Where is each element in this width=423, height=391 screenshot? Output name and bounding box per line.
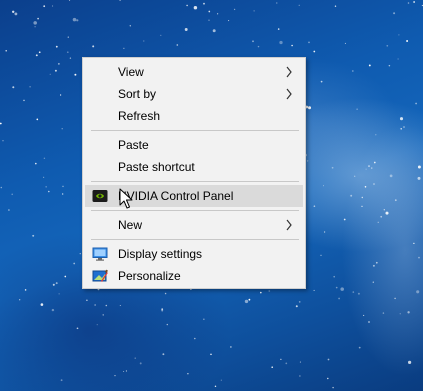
menu-item-new[interactable]: New	[85, 214, 303, 236]
menu-separator	[91, 210, 299, 211]
menu-item-new-label: New	[118, 218, 143, 232]
display-icon	[92, 247, 108, 261]
menu-item-personalize-label: Personalize	[118, 269, 181, 283]
menu-item-personalize[interactable]: Personalize	[85, 265, 303, 287]
chevron-right-icon	[286, 219, 292, 231]
menu-item-refresh[interactable]: Refresh	[85, 105, 303, 127]
menu-separator	[91, 239, 299, 240]
menu-item-view-label: View	[118, 65, 144, 79]
menu-separator	[91, 130, 299, 131]
menu-item-sort-by-label: Sort by	[118, 87, 157, 101]
menu-item-display-settings[interactable]: Display settings	[85, 243, 303, 265]
chevron-right-icon	[286, 66, 292, 78]
menu-item-paste-shortcut[interactable]: Paste shortcut	[85, 156, 303, 178]
personalize-icon	[92, 269, 108, 282]
menu-item-paste[interactable]: Paste	[85, 134, 303, 156]
context-menu: View Sort by Refresh Paste Paste shortcu…	[82, 57, 306, 289]
menu-item-display-settings-label: Display settings	[118, 247, 203, 261]
menu-item-paste-label: Paste	[118, 138, 149, 152]
menu-item-refresh-label: Refresh	[118, 109, 161, 123]
mouse-cursor-icon	[119, 188, 133, 209]
menu-item-nvidia-control-panel[interactable]: NVIDIA Control Panel	[85, 185, 303, 207]
menu-item-view[interactable]: View	[85, 61, 303, 83]
chevron-right-icon	[286, 88, 292, 100]
menu-item-nvidia-control-panel-label: NVIDIA Control Panel	[118, 189, 234, 203]
menu-separator	[91, 181, 299, 182]
menu-item-paste-shortcut-label: Paste shortcut	[118, 160, 195, 174]
menu-item-sort-by[interactable]: Sort by	[85, 83, 303, 105]
nvidia-icon	[92, 190, 108, 202]
